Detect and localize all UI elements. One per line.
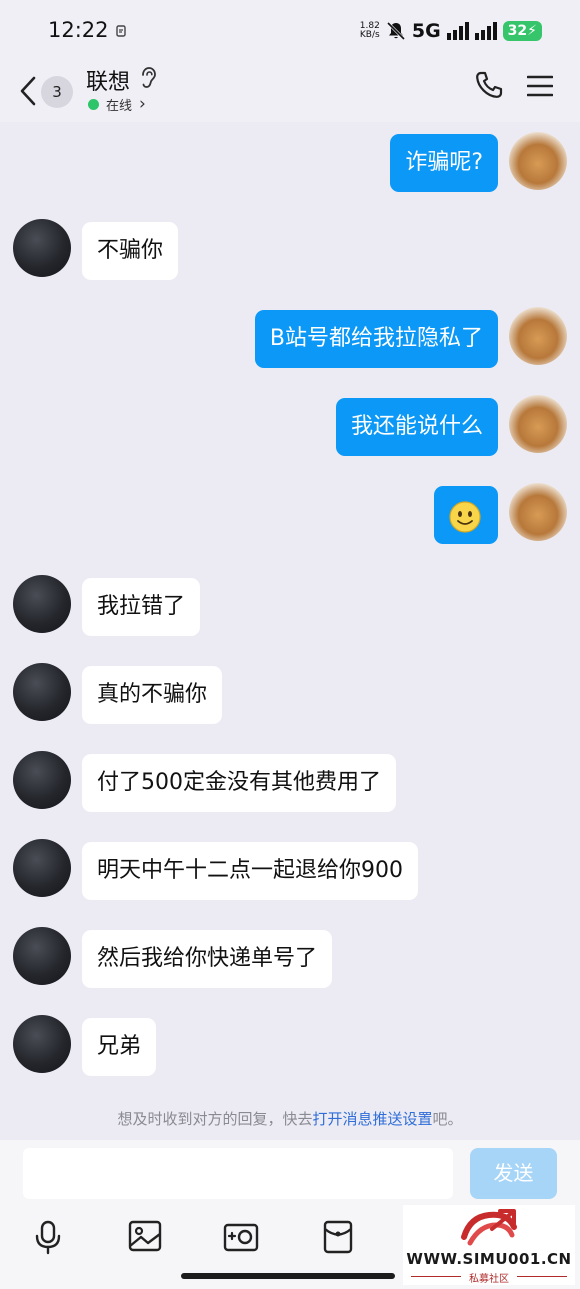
home-indicator[interactable] <box>181 1273 395 1279</box>
hint-suffix: 吧。 <box>432 1110 463 1128</box>
back-chevron-icon <box>20 76 36 106</box>
contact-avatar[interactable] <box>13 839 71 897</box>
red-packet-icon[interactable] <box>323 1220 353 1254</box>
hint-prefix: 想及时收到对方的回复，快去 <box>117 1110 313 1128</box>
contact-avatar[interactable] <box>13 751 71 809</box>
net-speed-unit: KB/s <box>359 30 380 40</box>
status-time: 12:22 <box>48 18 109 42</box>
message-bubble-in[interactable]: 付了500定金没有其他费用了 <box>82 754 396 812</box>
notification-app-icon <box>114 24 128 41</box>
smiley-icon <box>449 501 481 533</box>
back-button[interactable]: 3 <box>14 68 76 114</box>
send-button[interactable]: 发送 <box>470 1148 557 1199</box>
camera-icon[interactable] <box>223 1220 259 1252</box>
push-settings-link[interactable]: 打开消息推送设置 <box>312 1110 432 1128</box>
chevron-right-icon: › <box>139 94 146 114</box>
watermark: WWW.SIMU001.CN 私募社区 <box>403 1205 575 1285</box>
my-avatar[interactable] <box>509 483 567 541</box>
chat-header: 3 联想 在线 › <box>0 62 580 122</box>
message-input[interactable] <box>23 1148 453 1199</box>
signal-bars-icon-2 <box>474 22 497 40</box>
signal-bars-icon <box>446 22 469 40</box>
status-bar: 12:22 1.82 KB/s 5G 32⚡ <box>0 0 580 62</box>
online-dot-icon <box>88 98 99 110</box>
my-avatar[interactable] <box>509 395 567 453</box>
status-indicators: 1.82 KB/s 5G 32⚡ <box>360 18 542 44</box>
microphone-icon[interactable] <box>34 1220 62 1256</box>
message-bubble-in[interactable]: 不骗你 <box>82 222 179 280</box>
phone-icon[interactable] <box>474 70 504 100</box>
message-bubble-out[interactable]: 诈骗呢? <box>390 134 498 192</box>
message-bubble-in[interactable]: 明天中午十二点一起退给你900 <box>82 842 418 900</box>
message-bubble-in[interactable]: 我拉错了 <box>82 578 201 636</box>
charging-icon: ⚡ <box>527 23 537 39</box>
contact-avatar[interactable] <box>13 219 71 277</box>
network-type: 5G <box>411 20 441 42</box>
contact-avatar[interactable] <box>13 1015 71 1073</box>
contact-avatar[interactable] <box>13 927 71 985</box>
my-avatar[interactable] <box>509 132 567 190</box>
ear-icon[interactable] <box>138 66 158 90</box>
my-avatar[interactable] <box>509 307 567 365</box>
net-speed: 1.82 KB/s <box>360 22 380 40</box>
online-status-text: 在线 <box>106 98 133 114</box>
watermark-line-right <box>517 1276 567 1277</box>
message-bubble-in[interactable]: 兄弟 <box>82 1018 157 1076</box>
contact-avatar[interactable] <box>13 663 71 721</box>
watermark-text: WWW.SIMU001.CN <box>406 1250 572 1268</box>
image-icon[interactable] <box>128 1220 162 1252</box>
message-bubble-emoji[interactable] <box>434 486 498 544</box>
unread-count-badge: 3 <box>41 76 73 108</box>
online-status[interactable]: 在线 › <box>88 94 146 114</box>
contact-name[interactable]: 联想 <box>86 64 130 96</box>
message-bubble-out[interactable]: 我还能说什么 <box>335 398 498 456</box>
battery-level: 32 <box>507 23 528 39</box>
message-bubble-out[interactable]: B站号都给我拉隐私了 <box>254 310 498 368</box>
battery-indicator: 32⚡ <box>502 21 542 41</box>
message-list[interactable]: 诈骗呢? 不骗你 B站号都给我拉隐私了 我还能说什么 我拉错了 真的不骗你 付了… <box>0 122 580 1140</box>
message-bubble-in[interactable]: 真的不骗你 <box>82 666 223 724</box>
push-settings-hint: 想及时收到对方的回复，快去打开消息推送设置吧。 <box>0 1108 580 1129</box>
watermark-logo-icon <box>461 1209 517 1246</box>
contact-avatar[interactable] <box>13 575 71 633</box>
mute-bell-icon <box>386 21 405 41</box>
menu-icon[interactable] <box>527 74 553 98</box>
message-bubble-in[interactable]: 然后我给你快递单号了 <box>82 930 333 988</box>
watermark-subtext: 私募社区 <box>469 1274 509 1285</box>
